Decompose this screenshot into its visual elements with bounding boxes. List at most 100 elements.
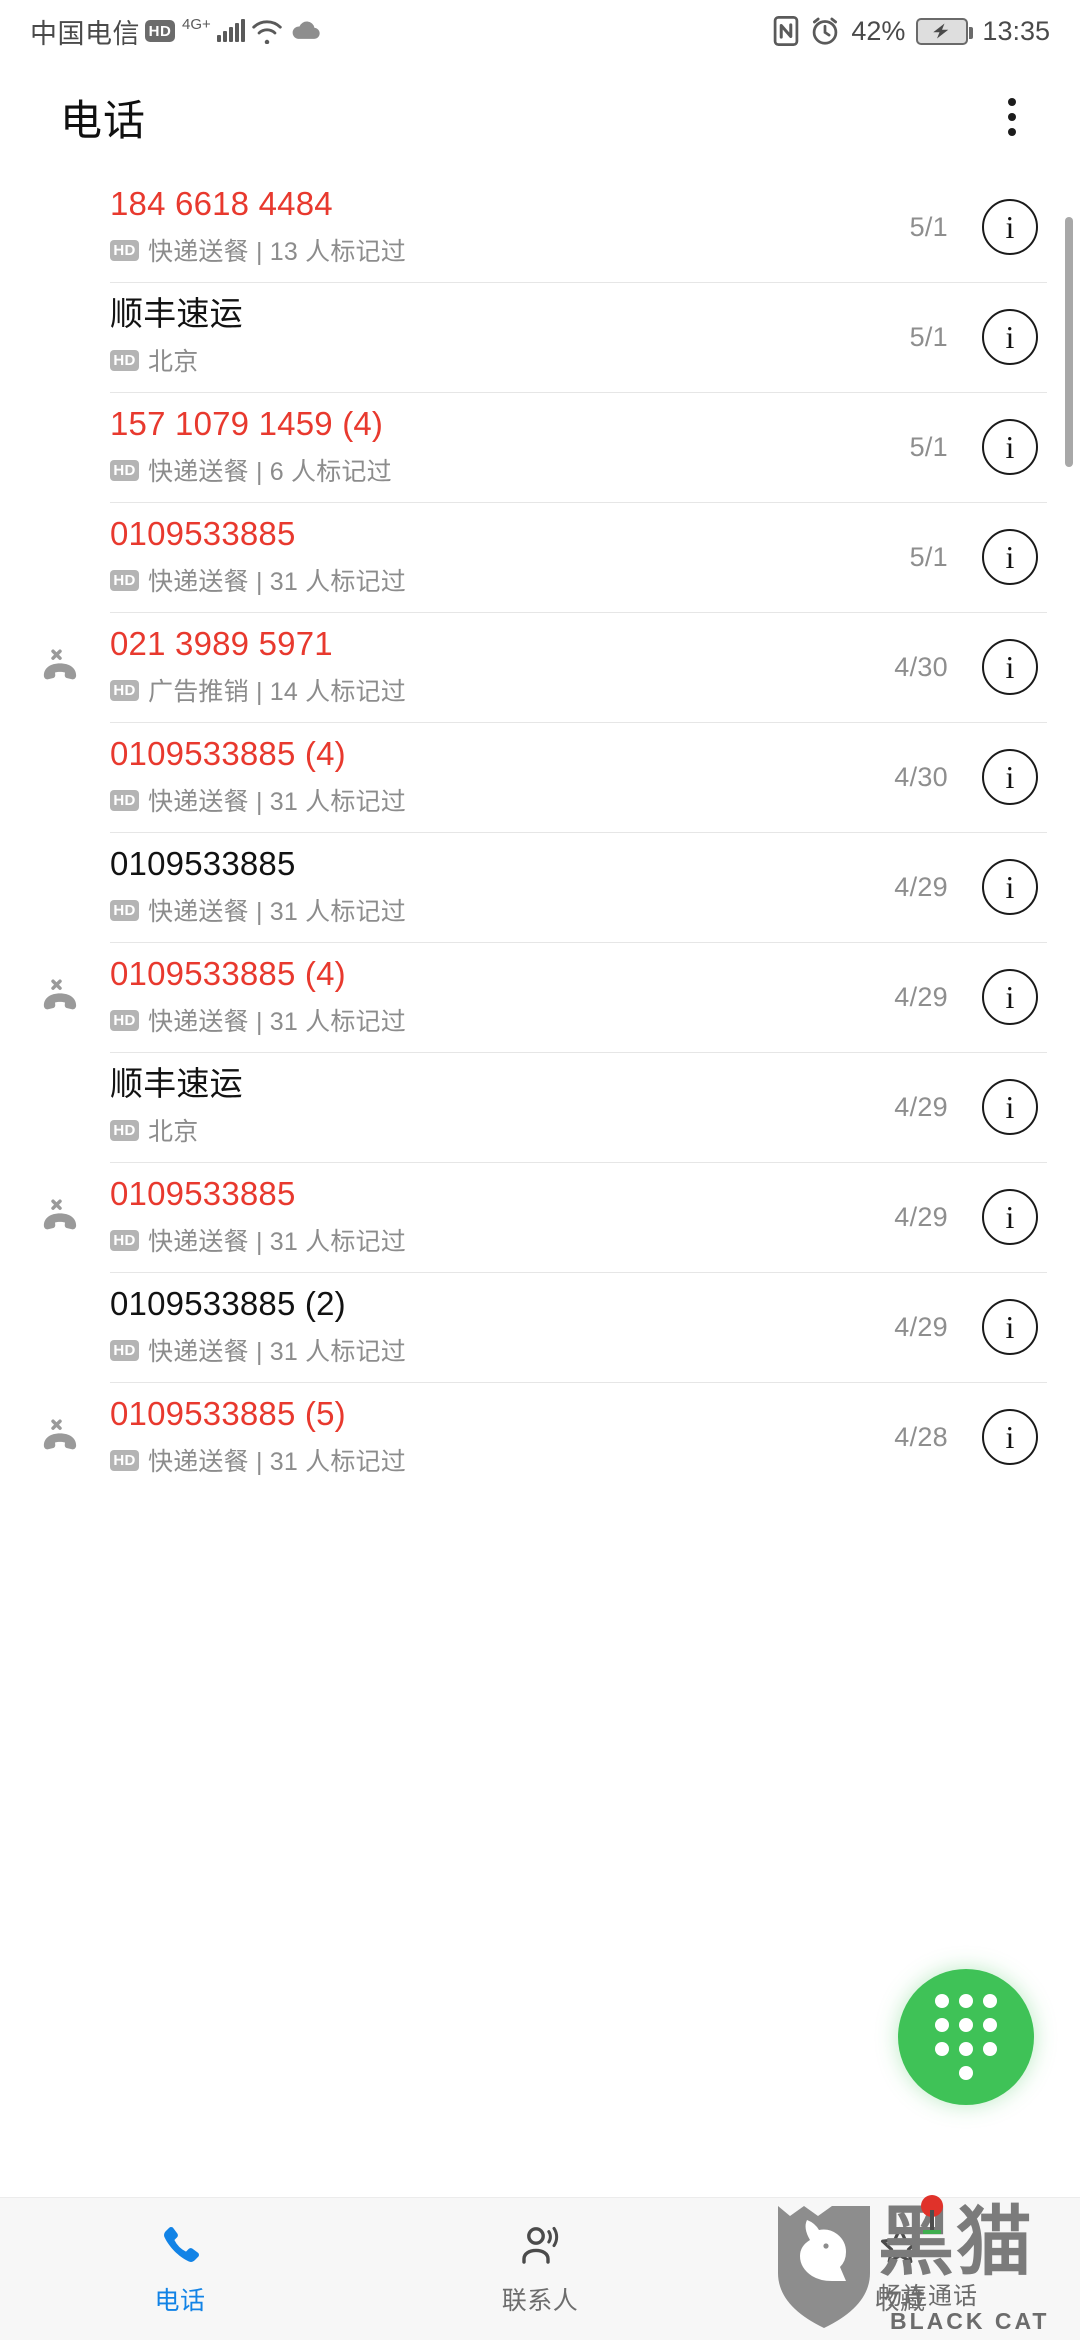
network-type-label: 4G+ [182, 15, 211, 33]
call-row-main: 顺丰速运 HD 北京 [110, 1066, 894, 1149]
call-row-name: 0109533885 (2) [110, 1285, 346, 1322]
info-icon[interactable]: i [982, 1189, 1038, 1245]
call-row-name: 0109533885 (4) [110, 955, 346, 992]
call-log-row[interactable]: 0109533885 (2) HD 快递送餐 | 31 人标记过 4/29 i [0, 1272, 1080, 1382]
hd-badge-icon: HD [110, 1229, 139, 1251]
nfc-icon [773, 16, 799, 46]
wifi-icon [250, 18, 284, 44]
call-row-subtitle-group: HD 北京 [110, 342, 910, 378]
hd-badge-icon: HD [110, 459, 139, 481]
call-row-subtitle-group: HD 快递送餐 | 31 人标记过 [110, 1222, 894, 1258]
call-row-subtitle: 快递送餐 | 31 人标记过 [148, 1448, 406, 1477]
nav-label-phone: 电话 [154, 2286, 206, 2315]
call-row-subtitle: 北京 [148, 348, 199, 377]
call-row-date: 5/1 [909, 321, 948, 352]
info-glyph: i [1005, 1199, 1015, 1235]
nav-label-contacts: 联系人 [501, 2286, 579, 2315]
hd-badge-icon: HD [110, 1009, 139, 1031]
call-row-subtitle-group: HD 快递送餐 | 31 人标记过 [110, 1442, 894, 1478]
hd-badge-icon: HD [110, 1119, 139, 1141]
call-row-main: 021 3989 5971 HD 广告推销 | 14 人标记过 [110, 626, 894, 709]
info-icon[interactable]: i [982, 1299, 1038, 1355]
nav-label-favorites: 收藏 [874, 2286, 926, 2315]
signal-bars-icon [216, 19, 245, 42]
overflow-menu-icon[interactable] [996, 84, 1028, 150]
call-row-name: 顺丰速运 [110, 1065, 243, 1102]
info-glyph: i [1005, 1419, 1015, 1455]
call-log-row[interactable]: 顺丰速运 HD 北京 4/29 i [0, 1052, 1080, 1162]
call-row-name: 0109533885 (4) [110, 735, 346, 772]
call-type-icon-slot [38, 975, 110, 1019]
call-log-list[interactable]: 184 6618 4484 HD 快递送餐 | 13 人标记过 5/1 i 顺丰速运 HD 北… [0, 172, 1080, 2197]
call-row-name: 157 1079 1459 (4) [110, 405, 384, 442]
info-icon[interactable]: i [982, 859, 1038, 915]
cloud-icon [289, 19, 323, 43]
call-row-name: 184 6618 4484 [110, 185, 333, 222]
dialpad-icon [935, 1994, 997, 2080]
info-glyph: i [1005, 1309, 1015, 1345]
call-row-date: 4/29 [894, 871, 948, 902]
call-log-row[interactable]: 0109533885 HD 快递送餐 | 31 人标记过 4/29 i [0, 832, 1080, 942]
hd-badge-icon: HD [110, 239, 139, 261]
dialpad-fab-button[interactable] [898, 1969, 1034, 2105]
call-row-name: 021 3989 5971 [110, 625, 333, 662]
call-row-main: 184 6618 4484 HD 快递送餐 | 13 人标记过 [110, 186, 910, 269]
call-row-date: 4/29 [894, 1311, 948, 1342]
call-log-row[interactable]: 0109533885 (4) HD 快递送餐 | 31 人标记过 4/29 i [0, 942, 1080, 1052]
call-log-row[interactable]: 0109533885 HD 快递送餐 | 31 人标记过 4/29 i [0, 1162, 1080, 1272]
info-icon[interactable]: i [982, 1079, 1038, 1135]
call-row-date: 4/30 [894, 761, 948, 792]
info-icon[interactable]: i [982, 199, 1038, 255]
page-title: 电话 [60, 96, 147, 144]
clock-label: 13:35 [982, 15, 1050, 46]
call-row-date: 4/29 [894, 1201, 948, 1232]
nav-tab-contacts[interactable]: 联系人 [360, 2198, 720, 2340]
call-row-subtitle: 北京 [148, 1118, 199, 1147]
call-log-row[interactable]: 0109533885 (5) HD 快递送餐 | 31 人标记过 4/28 i [0, 1382, 1080, 1492]
call-row-name: 0109533885 [110, 515, 296, 552]
info-glyph: i [1005, 869, 1015, 905]
info-icon[interactable]: i [982, 639, 1038, 695]
call-row-subtitle-group: HD 快递送餐 | 31 人标记过 [110, 892, 894, 928]
info-icon[interactable]: i [982, 1409, 1038, 1465]
call-row-subtitle: 快递送餐 | 31 人标记过 [148, 1008, 406, 1037]
hd-badge-icon: HD [110, 1339, 139, 1361]
info-glyph: i [1005, 979, 1015, 1015]
hd-badge-icon: HD [110, 349, 139, 371]
call-row-name: 0109533885 [110, 1175, 296, 1212]
call-row-main: 0109533885 HD 快递送餐 | 31 人标记过 [110, 516, 910, 599]
call-log-row[interactable]: 顺丰速运 HD 北京 5/1 i [0, 282, 1080, 392]
call-row-date: 4/29 [894, 981, 948, 1012]
call-row-main: 顺丰速运 HD 北京 [110, 296, 910, 379]
info-icon[interactable]: i [982, 749, 1038, 805]
call-row-main: 0109533885 HD 快递送餐 | 31 人标记过 [110, 846, 894, 929]
call-row-subtitle-group: HD 北京 [110, 1112, 894, 1148]
info-icon[interactable]: i [982, 529, 1038, 585]
scrollbar-thumb[interactable] [1065, 217, 1073, 467]
call-row-subtitle-group: HD 快递送餐 | 31 人标记过 [110, 782, 894, 818]
call-log-row[interactable]: 157 1079 1459 (4) HD 快递送餐 | 6 人标记过 5/1 i [0, 392, 1080, 502]
call-log-row[interactable]: 184 6618 4484 HD 快递送餐 | 13 人标记过 5/1 i [0, 172, 1080, 282]
call-row-subtitle: 广告推销 | 14 人标记过 [148, 678, 406, 707]
call-log-row[interactable]: 021 3989 5971 HD 广告推销 | 14 人标记过 4/30 i [0, 612, 1080, 722]
info-icon[interactable]: i [982, 419, 1038, 475]
call-row-subtitle-group: HD 快递送餐 | 6 人标记过 [110, 452, 910, 488]
hd-badge-icon: HD [110, 789, 139, 811]
info-glyph: i [1005, 209, 1015, 245]
call-row-name: 0109533885 (5) [110, 1395, 346, 1432]
call-row-subtitle: 快递送餐 | 31 人标记过 [148, 898, 406, 927]
call-row-main: 0109533885 (4) HD 快递送餐 | 31 人标记过 [110, 736, 894, 819]
info-icon[interactable]: i [982, 309, 1038, 365]
info-icon[interactable]: i [982, 969, 1038, 1025]
star-outline-icon [876, 2222, 924, 2270]
call-type-icon-slot [38, 645, 110, 689]
nav-tab-favorites[interactable]: 收藏 [720, 2198, 1080, 2340]
call-row-subtitle: 快递送餐 | 31 人标记过 [148, 1228, 406, 1257]
call-row-date: 4/30 [894, 651, 948, 682]
bottom-navigation-bar: 电话 联系人 收藏 [0, 2197, 1080, 2340]
app-bar: 电话 [0, 62, 1080, 172]
info-glyph: i [1005, 319, 1015, 355]
call-log-row[interactable]: 0109533885 HD 快递送餐 | 31 人标记过 5/1 i [0, 502, 1080, 612]
call-log-row[interactable]: 0109533885 (4) HD 快递送餐 | 31 人标记过 4/30 i [0, 722, 1080, 832]
nav-tab-phone[interactable]: 电话 [0, 2198, 360, 2340]
